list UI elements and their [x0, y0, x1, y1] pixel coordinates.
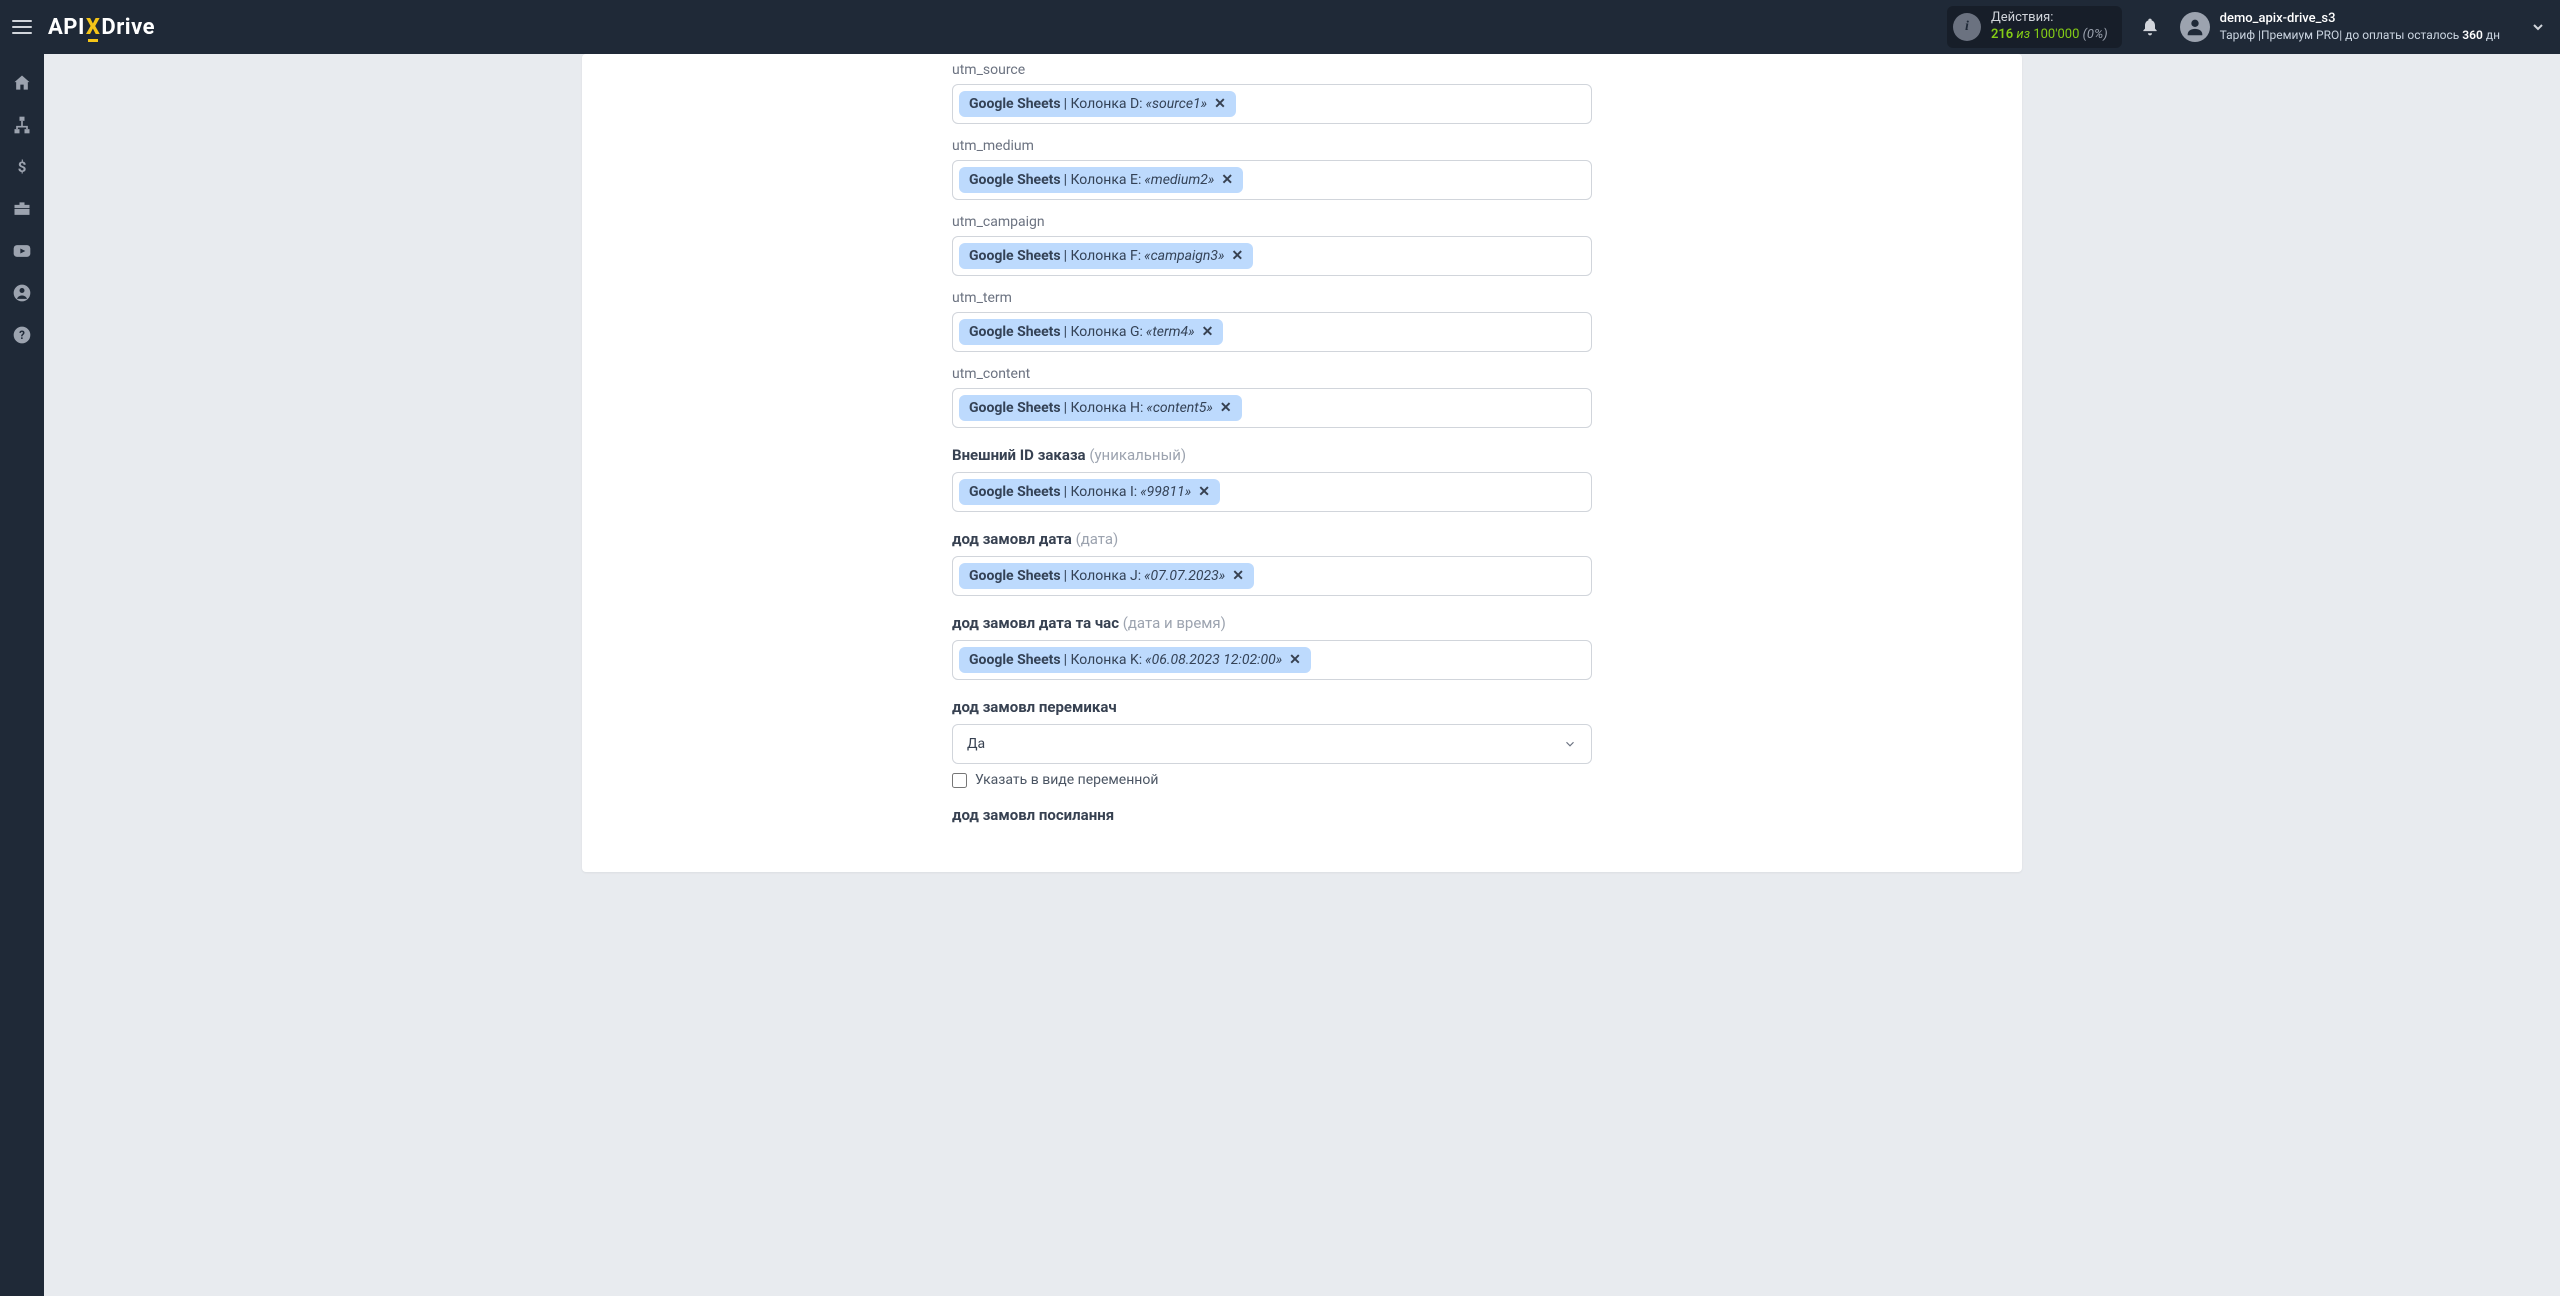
tag-remove-icon[interactable]: ✕	[1198, 484, 1210, 500]
tag-utm-source[interactable]: Google Sheets | Колонка D: «source1»✕	[959, 91, 1236, 117]
chevron-down-icon	[2530, 19, 2546, 35]
user-text: demo_apix-drive_s3 Тариф |Премиум PRO| д…	[2220, 11, 2500, 43]
checkbox-input[interactable]	[952, 773, 967, 788]
input-utm-medium[interactable]: Google Sheets | Колонка E: «medium2»✕	[952, 160, 1592, 200]
tag-utm-content[interactable]: Google Sheets | Колонка H: «content5»✕	[959, 395, 1242, 421]
sidebar-billing[interactable]: $	[0, 148, 44, 186]
logo-x: X	[86, 15, 101, 40]
label-order-id: Внешний ID заказа (уникальный)	[952, 446, 1592, 464]
logo-drive: Drive	[101, 15, 155, 40]
checkbox-as-variable[interactable]: Указать в виде переменной	[952, 772, 1592, 788]
input-utm-term[interactable]: Google Sheets | Колонка G: «term4»✕	[952, 312, 1592, 352]
field-utm-source: utm_source Google Sheets | Колонка D: «s…	[952, 62, 1592, 124]
label-order-switch: дод замовл перемикач	[952, 698, 1592, 716]
logo-api: API	[48, 15, 85, 40]
input-utm-campaign[interactable]: Google Sheets | Колонка F: «campaign3»✕	[952, 236, 1592, 276]
label-order-datetime: дод замовл дата та час (дата и время)	[952, 614, 1592, 632]
page-scroll[interactable]: utm_source Google Sheets | Колонка D: «s…	[44, 54, 2560, 1296]
tag-order-date[interactable]: Google Sheets | Колонка J: «07.07.2023»✕	[959, 563, 1254, 589]
label-order-link: дод замовл посилання	[952, 806, 1592, 824]
youtube-icon	[12, 241, 32, 261]
input-utm-content[interactable]: Google Sheets | Колонка H: «content5»✕	[952, 388, 1592, 428]
info-icon: i	[1953, 13, 1981, 41]
sidebar-home[interactable]	[0, 64, 44, 102]
select-order-switch[interactable]: Да	[952, 724, 1592, 764]
input-utm-source[interactable]: Google Sheets | Колонка D: «source1»✕	[952, 84, 1592, 124]
logo[interactable]: API X Drive	[48, 15, 155, 40]
svg-text:$: $	[18, 158, 27, 176]
home-icon	[12, 73, 32, 93]
tag-remove-icon[interactable]: ✕	[1231, 248, 1243, 264]
input-order-id[interactable]: Google Sheets | Колонка I: «99811»✕	[952, 472, 1592, 512]
tag-remove-icon[interactable]: ✕	[1202, 324, 1214, 340]
actions-text: Действия: 216 из 100'000 (0%)	[1991, 10, 2108, 44]
sidebar-help[interactable]: ?	[0, 316, 44, 354]
sidebar-video[interactable]	[0, 232, 44, 270]
help-icon: ?	[12, 325, 32, 345]
bell-icon	[2140, 17, 2160, 37]
tag-order-datetime[interactable]: Google Sheets | Колонка K: «06.08.2023 1…	[959, 647, 1311, 673]
tag-remove-icon[interactable]: ✕	[1220, 400, 1232, 416]
avatar	[2180, 12, 2210, 42]
user-icon	[2184, 16, 2206, 38]
tag-remove-icon[interactable]: ✕	[1221, 172, 1233, 188]
user-circle-icon	[12, 283, 32, 303]
sidebar-connections[interactable]	[0, 106, 44, 144]
actions-counter[interactable]: i Действия: 216 из 100'000 (0%)	[1947, 6, 2122, 48]
menu-toggle[interactable]	[0, 0, 44, 54]
user-block[interactable]: demo_apix-drive_s3 Тариф |Премиум PRO| д…	[2180, 11, 2500, 43]
select-value: Да	[967, 736, 985, 752]
sidebar-briefcase[interactable]	[0, 190, 44, 228]
checkbox-label: Указать в виде переменной	[975, 772, 1158, 788]
tag-remove-icon[interactable]: ✕	[1289, 652, 1301, 668]
tag-utm-campaign[interactable]: Google Sheets | Колонка F: «campaign3»✕	[959, 243, 1253, 269]
label-utm-term: utm_term	[952, 290, 1592, 306]
tag-utm-term[interactable]: Google Sheets | Колонка G: «term4»✕	[959, 319, 1223, 345]
label-utm-content: utm_content	[952, 366, 1592, 382]
tag-remove-icon[interactable]: ✕	[1214, 96, 1226, 112]
label-utm-medium: utm_medium	[952, 138, 1592, 154]
sidebar: $ ?	[0, 54, 44, 1296]
label-utm-source: utm_source	[952, 62, 1592, 78]
dollar-icon: $	[12, 157, 32, 177]
svg-text:?: ?	[19, 328, 25, 342]
input-order-date[interactable]: Google Sheets | Колонка J: «07.07.2023»✕	[952, 556, 1592, 596]
field-utm-medium: utm_medium Google Sheets | Колонка E: «m…	[952, 138, 1592, 200]
briefcase-icon	[12, 199, 32, 219]
field-utm-content: utm_content Google Sheets | Колонка H: «…	[952, 366, 1592, 428]
tag-remove-icon[interactable]: ✕	[1232, 568, 1244, 584]
field-utm-term: utm_term Google Sheets | Колонка G: «ter…	[952, 290, 1592, 352]
label-utm-campaign: utm_campaign	[952, 214, 1592, 230]
label-order-date: дод замовл дата (дата)	[952, 530, 1592, 548]
tag-order-id[interactable]: Google Sheets | Колонка I: «99811»✕	[959, 479, 1220, 505]
hamburger-icon	[12, 20, 32, 34]
sitemap-icon	[12, 115, 32, 135]
user-menu-toggle[interactable]	[2530, 19, 2546, 35]
form-card: utm_source Google Sheets | Колонка D: «s…	[582, 54, 2022, 872]
chevron-down-icon	[1563, 737, 1577, 751]
field-utm-campaign: utm_campaign Google Sheets | Колонка F: …	[952, 214, 1592, 276]
notifications-bell[interactable]	[2140, 17, 2160, 37]
sidebar-account[interactable]	[0, 274, 44, 312]
input-order-datetime[interactable]: Google Sheets | Колонка K: «06.08.2023 1…	[952, 640, 1592, 680]
tag-utm-medium[interactable]: Google Sheets | Колонка E: «medium2»✕	[959, 167, 1243, 193]
